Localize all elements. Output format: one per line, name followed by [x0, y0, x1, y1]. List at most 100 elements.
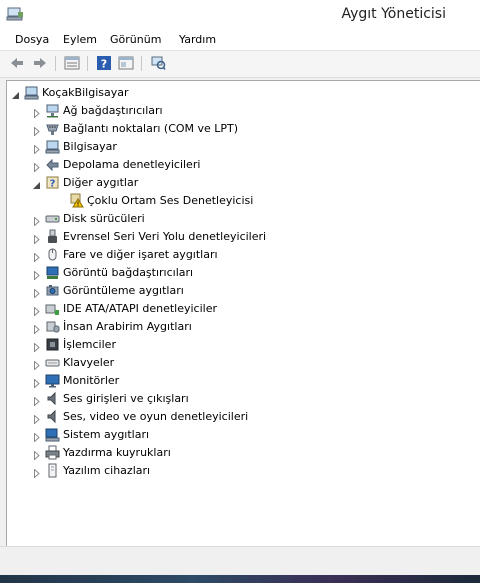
storage-controller-icon — [45, 157, 60, 172]
tree-category[interactable]: Görüntü bağdaştırıcıları — [7, 264, 477, 281]
tree-item-label: Ses girişleri ve çıkışları — [63, 392, 189, 405]
scan-hardware-icon[interactable] — [150, 55, 166, 71]
tree-category[interactable]: Fare ve diğer işaret aygıtları — [7, 246, 477, 263]
tree-category[interactable]: Görüntüleme aygıtları — [7, 282, 477, 299]
tree-category[interactable]: Sistem aygıtları — [7, 426, 477, 443]
title-bar[interactable]: Aygıt Yöneticisi — [0, 0, 480, 30]
svg-text:?: ? — [101, 58, 107, 71]
menu-help[interactable]: Yardım — [179, 33, 216, 46]
help-icon[interactable]: ? — [96, 55, 112, 71]
tree-category[interactable]: İnsan Arabirim Aygıtları — [7, 318, 477, 335]
back-arrow-icon[interactable] — [9, 55, 25, 71]
tree-item-label: Görüntüleme aygıtları — [63, 284, 184, 297]
tree-root[interactable]: KoçakBilgisayar — [7, 84, 477, 101]
warning-device-icon — [69, 193, 84, 208]
expand-arrow-icon[interactable] — [33, 304, 41, 317]
tree-category[interactable]: Ses, video ve oyun denetleyicileri — [7, 408, 477, 425]
tree-category[interactable]: ? Diğer aygıtlar — [7, 174, 477, 191]
expand-arrow-icon[interactable] — [33, 448, 41, 461]
tree-category[interactable]: İşlemciler — [7, 336, 477, 353]
tree-item-label: IDE ATA/ATAPI denetleyiciler — [63, 302, 218, 315]
tree-item-label: Monitörler — [63, 374, 120, 387]
device-manager-window: Aygıt Yöneticisi Dosya Eylem Görünüm Yar… — [0, 0, 480, 575]
keyboard-icon — [45, 355, 60, 370]
tree-category[interactable]: Evrensel Seri Veri Yolu denetleyicileri — [7, 228, 477, 245]
expand-arrow-icon[interactable] — [33, 322, 41, 335]
forward-arrow-icon[interactable] — [32, 55, 48, 71]
computer-icon — [24, 85, 39, 100]
collapse-arrow-icon[interactable] — [12, 88, 20, 99]
display-adapter-icon — [45, 265, 60, 280]
tree-item-label: Bilgisayar — [63, 140, 117, 153]
hid-icon — [45, 319, 60, 334]
collapse-arrow-icon[interactable] — [33, 178, 41, 189]
tree-item-label: Evrensel Seri Veri Yolu denetleyicileri — [63, 230, 267, 243]
tree-category[interactable]: Ağ bağdaştırıcıları — [7, 102, 477, 119]
menu-action[interactable]: Eylem — [63, 33, 97, 46]
tree-item-label: Diğer aygıtlar — [63, 176, 139, 189]
expand-arrow-icon[interactable] — [33, 286, 41, 299]
expand-arrow-icon[interactable] — [33, 250, 41, 263]
expand-arrow-icon[interactable] — [33, 142, 41, 155]
tree-category[interactable]: Yazılım cihazları — [7, 462, 477, 479]
tree-category[interactable]: Depolama denetleyicileri — [7, 156, 477, 173]
expand-arrow-icon[interactable] — [33, 160, 41, 173]
computer-icon — [45, 139, 60, 154]
status-bar — [0, 546, 480, 575]
processor-icon — [45, 337, 60, 352]
mouse-icon — [45, 247, 60, 262]
expand-arrow-icon[interactable] — [33, 232, 41, 245]
tree-category[interactable]: Ses girişleri ve çıkışları — [7, 390, 477, 407]
tree-category[interactable]: Disk sürücüleri — [7, 210, 477, 227]
expand-arrow-icon[interactable] — [33, 106, 41, 119]
monitor-icon — [45, 373, 60, 388]
expand-arrow-icon[interactable] — [33, 358, 41, 371]
svg-text:?: ? — [50, 179, 56, 190]
tree-item-label: Bağlantı noktaları (COM ve LPT) — [63, 122, 239, 135]
tree-category[interactable]: Klavyeler — [7, 354, 477, 371]
tree-item-label: KoçakBilgisayar — [42, 86, 129, 99]
speaker-icon — [45, 391, 60, 406]
imaging-device-icon — [45, 283, 60, 298]
expand-arrow-icon[interactable] — [33, 268, 41, 281]
tree-item-label: Görüntü bağdaştırıcıları — [63, 266, 194, 279]
tree-item-label: Yazdırma kuyrukları — [63, 446, 171, 459]
device-tree[interactable]: KoçakBilgisayar Ağ bağdaştırıcıları Bağlan… — [6, 80, 480, 547]
details-pane-icon[interactable] — [118, 55, 134, 71]
tree-category[interactable]: IDE ATA/ATAPI denetleyiciler — [7, 300, 477, 317]
tree-item-label: İnsan Arabirim Aygıtları — [63, 320, 192, 333]
tree-category[interactable]: Bilgisayar — [7, 138, 477, 155]
tree-item-label: Çoklu Ortam Ses Denetleyicisi — [87, 194, 254, 207]
tree-item-label: Depolama denetleyicileri — [63, 158, 201, 171]
printer-icon — [45, 445, 60, 460]
tree-category[interactable]: Monitörler — [7, 372, 477, 389]
speaker-icon — [45, 409, 60, 424]
tree-item-label: Sistem aygıtları — [63, 428, 150, 441]
system-device-icon — [45, 427, 60, 442]
properties-grid-icon[interactable] — [64, 55, 80, 71]
expand-arrow-icon[interactable] — [33, 466, 41, 479]
toolbar-separator — [87, 56, 88, 71]
tree-item-label: Yazılım cihazları — [63, 464, 151, 477]
tree-category[interactable]: Yazdırma kuyrukları — [7, 444, 477, 461]
toolbar-separator — [141, 56, 142, 71]
usb-icon — [45, 229, 60, 244]
expand-arrow-icon[interactable] — [33, 124, 41, 137]
tree-item-label: Disk sürücüleri — [63, 212, 145, 225]
tree-device[interactable]: Çoklu Ortam Ses Denetleyicisi — [7, 192, 477, 209]
expand-arrow-icon[interactable] — [33, 340, 41, 353]
ide-controller-icon — [45, 301, 60, 316]
menu-bar: Dosya Eylem Görünüm Yardım — [0, 30, 480, 51]
menu-file[interactable]: Dosya — [15, 33, 49, 46]
toolbar-separator — [55, 56, 56, 71]
tree-item-label: Fare ve diğer işaret aygıtları — [63, 248, 218, 261]
expand-arrow-icon[interactable] — [33, 430, 41, 443]
expand-arrow-icon[interactable] — [33, 376, 41, 389]
expand-arrow-icon[interactable] — [33, 412, 41, 425]
expand-arrow-icon[interactable] — [33, 214, 41, 227]
device-manager-icon[interactable] — [6, 6, 24, 22]
expand-arrow-icon[interactable] — [33, 394, 41, 407]
menu-view[interactable]: Görünüm — [110, 33, 161, 46]
tree-item-label: Ağ bağdaştırıcıları — [63, 104, 163, 117]
tree-category[interactable]: Bağlantı noktaları (COM ve LPT) — [7, 120, 477, 137]
